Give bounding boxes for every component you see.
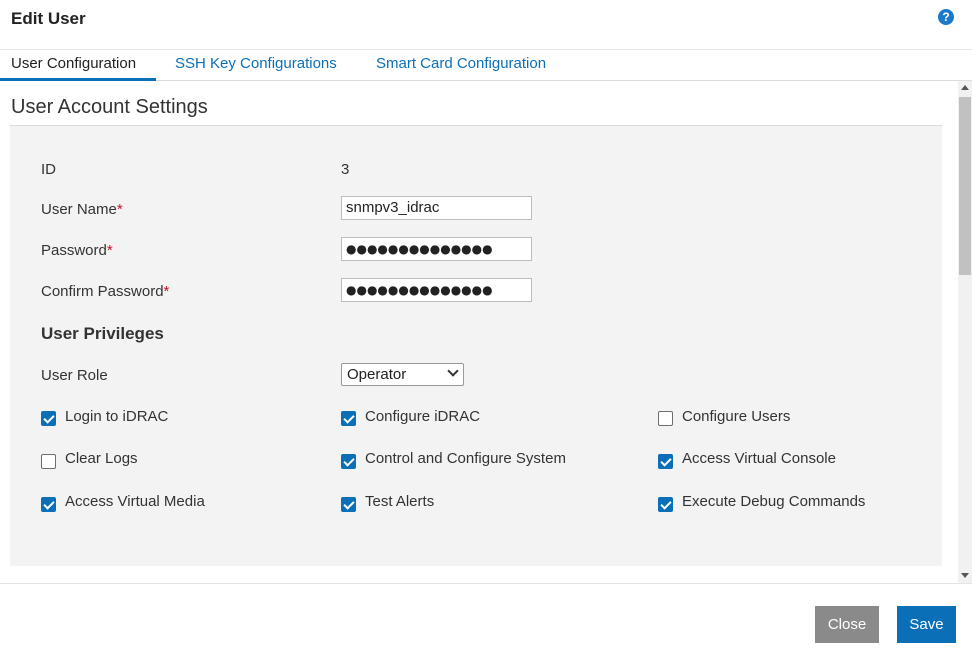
id-label: ID xyxy=(41,161,56,178)
checkbox-access-virtual-media[interactable] xyxy=(41,497,56,512)
user-role-label: User Role xyxy=(41,367,108,384)
dialog-title: Edit User xyxy=(11,9,86,28)
required-mark: * xyxy=(106,242,113,259)
checkbox-clear-logs[interactable] xyxy=(41,454,56,469)
dialog-footer: Close Save xyxy=(0,583,972,653)
privileges-heading: User Privileges xyxy=(41,324,164,343)
dialog-content: User Account Settings ID 3 User Name* sn… xyxy=(0,81,958,583)
section-title: User Account Settings xyxy=(11,96,208,118)
checkbox-login-to-idrac[interactable] xyxy=(41,411,56,426)
scroll-up-icon[interactable] xyxy=(961,85,969,90)
checkbox-label: Login to iDRAC xyxy=(65,408,169,425)
scrollbar-thumb[interactable] xyxy=(959,97,971,275)
username-label: User Name* xyxy=(41,201,123,218)
tab-ssh-key-configurations[interactable]: SSH Key Configurations xyxy=(175,50,337,81)
checkbox-access-virtual-console[interactable] xyxy=(658,454,673,469)
username-field[interactable]: snmpv3_idrac xyxy=(341,196,532,220)
save-button[interactable]: Save xyxy=(897,606,956,643)
user-role-value: Operator xyxy=(347,366,407,383)
confirm-password-label: Confirm Password* xyxy=(41,283,169,300)
required-mark: * xyxy=(163,283,170,300)
checkbox-label: Execute Debug Commands xyxy=(682,493,866,510)
checkbox-control-and-configure-system[interactable] xyxy=(341,454,356,469)
checkbox-label: Clear Logs xyxy=(65,450,138,467)
scroll-down-icon[interactable] xyxy=(961,573,969,578)
checkbox-label: Access Virtual Media xyxy=(65,493,205,510)
password-label: Password* xyxy=(41,242,113,259)
chevron-down-icon xyxy=(447,365,459,377)
required-mark: * xyxy=(116,201,123,218)
checkbox-label: Configure Users xyxy=(682,408,791,425)
settings-panel: ID 3 User Name* snmpv3_idrac Password* ●… xyxy=(10,126,942,566)
vertical-scrollbar[interactable] xyxy=(958,81,972,583)
checkbox-execute-debug-commands[interactable] xyxy=(658,497,673,512)
password-field[interactable]: ●●●●●●●●●●●●●● xyxy=(341,237,532,261)
confirm-password-field[interactable]: ●●●●●●●●●●●●●● xyxy=(341,278,532,302)
tab-user-configuration[interactable]: User Configuration xyxy=(0,50,156,81)
checkbox-label: Test Alerts xyxy=(365,493,435,510)
checkbox-label: Access Virtual Console xyxy=(682,450,836,467)
checkbox-label: Control and Configure System xyxy=(365,450,566,467)
confirm-password-label-text: Confirm Password xyxy=(41,283,164,300)
help-icon[interactable]: ? xyxy=(938,9,954,25)
checkbox-label: Configure iDRAC xyxy=(365,408,481,425)
tab-bar: User Configuration SSH Key Configuration… xyxy=(0,50,972,81)
checkbox-test-alerts[interactable] xyxy=(341,497,356,512)
checkbox-configure-idrac[interactable] xyxy=(341,411,356,426)
close-button[interactable]: Close xyxy=(815,606,879,643)
user-role-select[interactable]: Operator xyxy=(341,363,464,386)
dialog-header: Edit User ? xyxy=(0,0,972,50)
password-label-text: Password xyxy=(41,242,107,259)
checkbox-configure-users[interactable] xyxy=(658,411,673,426)
username-label-text: User Name xyxy=(41,201,117,218)
tab-smart-card-configuration[interactable]: Smart Card Configuration xyxy=(376,50,546,81)
id-value: 3 xyxy=(341,161,350,178)
